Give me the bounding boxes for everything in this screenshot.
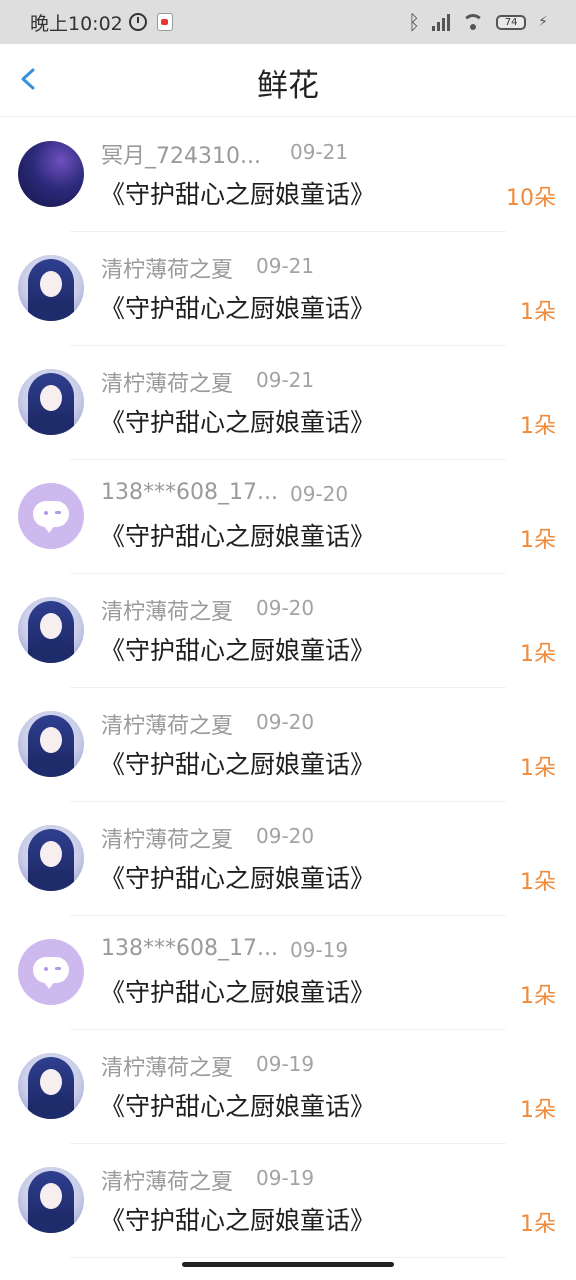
flower-count: 1朵 [520, 984, 556, 1009]
flower-count: 1朵 [520, 528, 556, 553]
user-avatar[interactable] [18, 711, 84, 777]
gift-date: 09-21 [256, 368, 315, 392]
bluetooth-icon: ᛒ [408, 10, 421, 34]
book-title: 《守护甜心之厨娘童话》 [100, 978, 376, 1007]
username: 清柠薄荷之夏 [101, 1170, 234, 1195]
user-avatar[interactable] [18, 255, 84, 321]
flower-count: 1朵 [520, 1212, 556, 1237]
username: 138***608_17... [101, 480, 278, 505]
book-title: 《守护甜心之厨娘童话》 [100, 180, 376, 209]
divider [70, 1257, 506, 1258]
book-title: 《守护甜心之厨娘童话》 [100, 636, 376, 665]
user-avatar[interactable] [18, 483, 84, 549]
gift-date: 09-20 [256, 710, 315, 734]
user-avatar[interactable] [18, 825, 84, 891]
app-header: 鲜花 [0, 44, 576, 117]
gift-date: 09-19 [256, 1052, 315, 1076]
flower-count: 1朵 [520, 870, 556, 895]
gift-date: 09-19 [290, 938, 349, 962]
flower-count: 10朵 [506, 186, 556, 211]
list-item[interactable]: 清柠薄荷之夏 09-21 《守护甜心之厨娘童话》 1朵 [0, 346, 576, 460]
book-title: 《守护甜心之厨娘童话》 [100, 522, 376, 551]
list-item[interactable]: 清柠薄荷之夏 09-20 《守护甜心之厨娘童话》 1朵 [0, 802, 576, 916]
book-title: 《守护甜心之厨娘童话》 [100, 750, 376, 779]
home-indicator[interactable] [182, 1262, 394, 1267]
flower-count: 1朵 [520, 642, 556, 667]
book-title: 《守护甜心之厨娘童话》 [100, 1206, 376, 1235]
page-title: 鲜花 [257, 68, 319, 104]
status-bar: 晚上10:02 ᛒ 74 ⚡ [0, 0, 576, 44]
flower-count: 1朵 [520, 414, 556, 439]
list-item[interactable]: 清柠薄荷之夏 09-20 《守护甜心之厨娘童话》 1朵 [0, 688, 576, 802]
signal-icon [432, 13, 451, 31]
back-arrow-icon[interactable] [18, 68, 40, 90]
username: 清柠薄荷之夏 [101, 828, 234, 853]
username: 138***608_17... [101, 936, 278, 961]
list-item[interactable]: 138***608_17... 09-19 《守护甜心之厨娘童话》 1朵 [0, 916, 576, 1030]
username: 清柠薄荷之夏 [101, 1056, 234, 1081]
username: 清柠薄荷之夏 [101, 258, 234, 283]
user-avatar[interactable] [18, 597, 84, 663]
list-item[interactable]: 清柠薄荷之夏 09-19 《守护甜心之厨娘童话》 1朵 [0, 1144, 576, 1258]
username: 清柠薄荷之夏 [101, 714, 234, 739]
gift-date: 09-20 [290, 482, 349, 506]
flower-count: 1朵 [520, 300, 556, 325]
user-avatar[interactable] [18, 141, 84, 207]
username: 清柠薄荷之夏 [101, 600, 234, 625]
username: 冥月_724310... [101, 144, 261, 169]
book-title: 《守护甜心之厨娘童话》 [100, 294, 376, 323]
gift-date: 09-20 [256, 596, 315, 620]
gift-date: 09-21 [290, 140, 349, 164]
book-title: 《守护甜心之厨娘童话》 [100, 1092, 376, 1121]
gift-date: 09-19 [256, 1166, 315, 1190]
alarm-icon [128, 13, 147, 31]
gift-date: 09-21 [256, 254, 315, 278]
status-time: 晚上10:02 [30, 12, 123, 35]
list-item[interactable]: 冥月_724310... 09-21 《守护甜心之厨娘童话》 10朵 [0, 118, 576, 232]
gift-date: 09-20 [256, 824, 315, 848]
flower-count: 1朵 [520, 756, 556, 781]
list-item[interactable]: 清柠薄荷之夏 09-21 《守护甜心之厨娘童话》 1朵 [0, 232, 576, 346]
list-item[interactable]: 清柠薄荷之夏 09-19 《守护甜心之厨娘童话》 1朵 [0, 1030, 576, 1144]
list-item[interactable]: 138***608_17... 09-20 《守护甜心之厨娘童话》 1朵 [0, 460, 576, 574]
user-avatar[interactable] [18, 369, 84, 435]
app-notification-icon [156, 13, 173, 31]
wifi-icon [462, 14, 485, 30]
charging-icon: ⚡ [538, 14, 548, 30]
flower-records-list: 冥月_724310... 09-21 《守护甜心之厨娘童话》 10朵清柠薄荷之夏 09-… [0, 118, 576, 1258]
user-avatar[interactable] [18, 1053, 84, 1119]
book-title: 《守护甜心之厨娘童话》 [100, 864, 376, 893]
list-item[interactable]: 清柠薄荷之夏 09-20 《守护甜心之厨娘童话》 1朵 [0, 574, 576, 688]
user-avatar[interactable] [18, 1167, 84, 1233]
battery-icon: 74 [496, 14, 527, 30]
username: 清柠薄荷之夏 [101, 372, 234, 397]
flower-count: 1朵 [520, 1098, 556, 1123]
user-avatar[interactable] [18, 939, 84, 1005]
book-title: 《守护甜心之厨娘童话》 [100, 408, 376, 437]
